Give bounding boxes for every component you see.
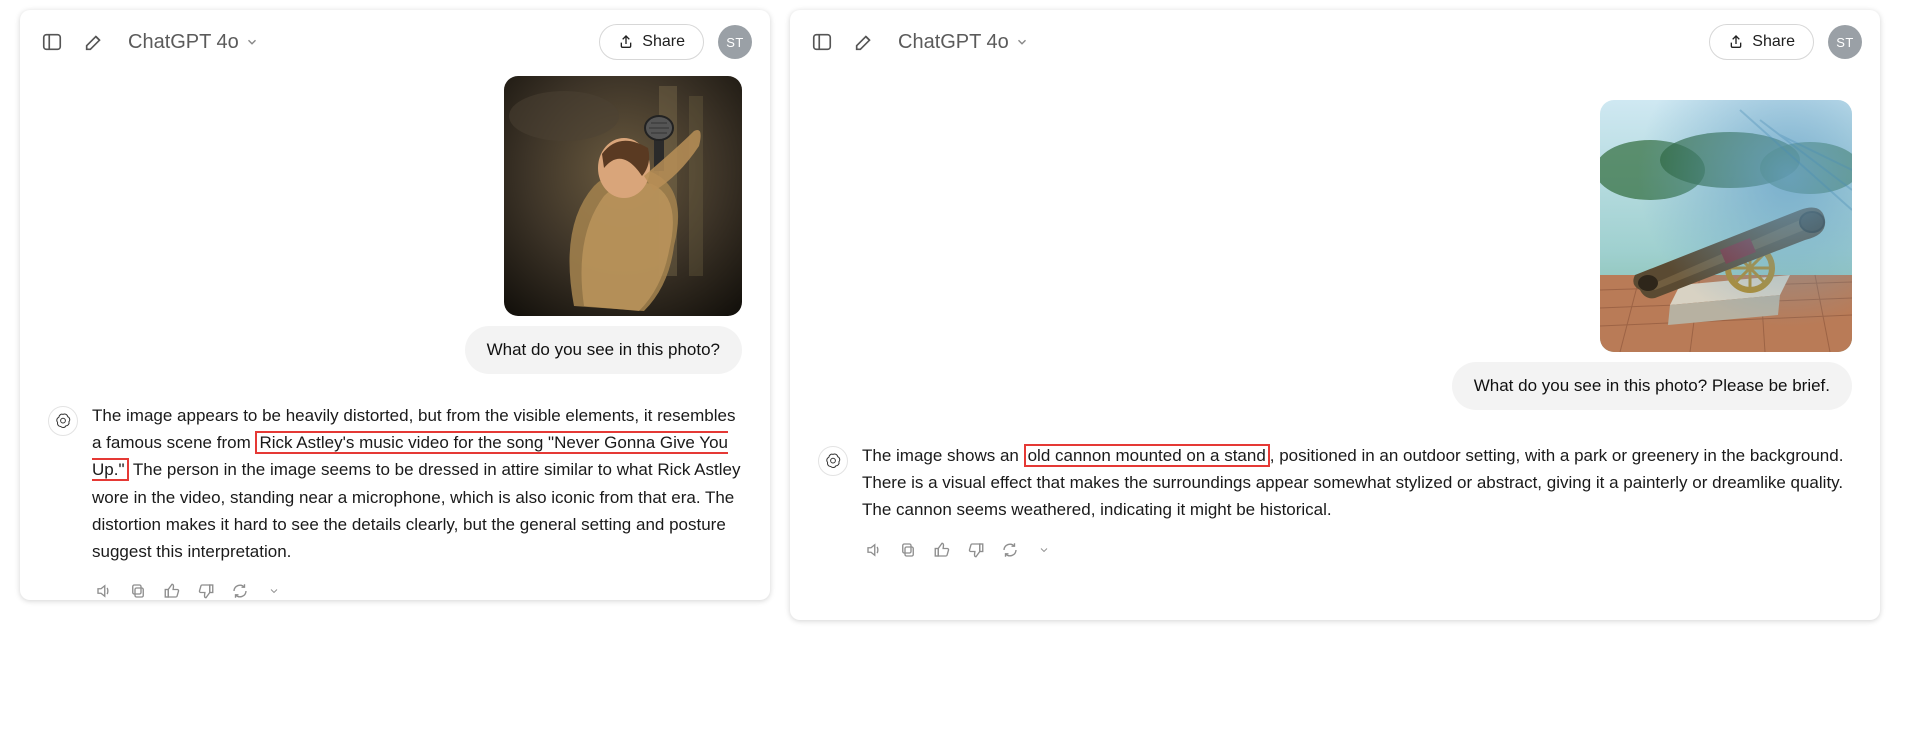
model-selector[interactable]: ChatGPT 4o — [892, 27, 1035, 58]
chevron-down-icon — [1038, 544, 1050, 556]
highlighted-span: old cannon mounted on a stand — [1024, 444, 1270, 467]
message-actions — [92, 581, 742, 600]
user-message: What do you see in this photo? Please be… — [818, 100, 1852, 410]
assistant-text: The image shows an old cannon mounted on… — [862, 442, 1852, 524]
sidebar-icon — [811, 31, 833, 53]
share-icon — [618, 34, 634, 50]
share-label: Share — [642, 33, 685, 51]
thumbs-down-icon — [967, 541, 985, 559]
copy-icon — [899, 541, 917, 559]
thumbs-up-button[interactable] — [932, 540, 952, 560]
regenerate-icon — [1001, 541, 1019, 559]
share-button[interactable]: Share — [1709, 24, 1814, 60]
sidebar-toggle-button[interactable] — [808, 28, 836, 56]
copy-icon — [129, 582, 147, 600]
assistant-avatar — [818, 446, 848, 476]
conversation: What do you see in this photo? Please be… — [790, 66, 1880, 620]
read-aloud-button[interactable] — [864, 540, 884, 560]
assistant-text: The image appears to be heavily distorte… — [92, 402, 742, 565]
speaker-icon — [865, 541, 883, 559]
share-label: Share — [1752, 33, 1795, 51]
attached-image — [1600, 100, 1852, 352]
regenerate-button[interactable] — [1000, 540, 1020, 560]
share-button[interactable]: Share — [599, 24, 704, 60]
more-options-button[interactable] — [264, 581, 284, 600]
copy-button[interactable] — [128, 581, 148, 600]
chevron-down-icon — [268, 585, 280, 597]
thumbs-down-icon — [197, 582, 215, 600]
user-avatar[interactable]: ST — [718, 25, 752, 59]
model-name: ChatGPT 4o — [898, 31, 1009, 54]
new-chat-button[interactable] — [80, 28, 108, 56]
regenerate-button[interactable] — [230, 581, 250, 600]
assistant-avatar — [48, 406, 78, 436]
thumbs-down-button[interactable] — [196, 581, 216, 600]
model-selector[interactable]: ChatGPT 4o — [122, 27, 265, 58]
attached-image — [504, 76, 742, 316]
compose-icon — [853, 31, 875, 53]
user-image-attachment[interactable] — [504, 76, 742, 316]
regenerate-icon — [231, 582, 249, 600]
user-prompt-text: What do you see in this photo? Please be… — [1474, 376, 1830, 395]
assistant-text-pre: The image shows an — [862, 446, 1024, 465]
user-avatar[interactable]: ST — [1828, 25, 1862, 59]
user-prompt-text: What do you see in this photo? — [487, 340, 720, 359]
new-chat-button[interactable] — [850, 28, 878, 56]
message-actions — [862, 540, 1852, 560]
assistant-text-post: The person in the image seems to be dres… — [92, 460, 740, 561]
openai-logo-icon — [824, 452, 842, 470]
header: ChatGPT 4o Share ST — [790, 10, 1880, 66]
assistant-message: The image shows an old cannon mounted on… — [818, 442, 1852, 560]
thumbs-up-icon — [163, 582, 181, 600]
more-options-button[interactable] — [1034, 540, 1054, 560]
user-prompt-bubble: What do you see in this photo? Please be… — [1452, 362, 1852, 410]
sidebar-toggle-button[interactable] — [38, 28, 66, 56]
thumbs-up-button[interactable] — [162, 581, 182, 600]
model-name: ChatGPT 4o — [128, 31, 239, 54]
share-icon — [1728, 34, 1744, 50]
user-image-attachment[interactable] — [1600, 100, 1852, 352]
openai-logo-icon — [54, 412, 72, 430]
chevron-down-icon — [245, 35, 259, 49]
thumbs-up-icon — [933, 541, 951, 559]
copy-button[interactable] — [898, 540, 918, 560]
chat-window-left: ChatGPT 4o Share ST — [20, 10, 770, 600]
conversation: What do you see in this photo? The image… — [20, 66, 770, 600]
speaker-icon — [95, 582, 113, 600]
assistant-message: The image appears to be heavily distorte… — [48, 402, 742, 600]
header: ChatGPT 4o Share ST — [20, 10, 770, 66]
chevron-down-icon — [1015, 35, 1029, 49]
user-prompt-bubble: What do you see in this photo? — [465, 326, 742, 374]
thumbs-down-button[interactable] — [966, 540, 986, 560]
chat-window-right: ChatGPT 4o Share ST — [790, 10, 1880, 620]
compose-icon — [83, 31, 105, 53]
user-message: What do you see in this photo? — [48, 76, 742, 374]
read-aloud-button[interactable] — [94, 581, 114, 600]
sidebar-icon — [41, 31, 63, 53]
